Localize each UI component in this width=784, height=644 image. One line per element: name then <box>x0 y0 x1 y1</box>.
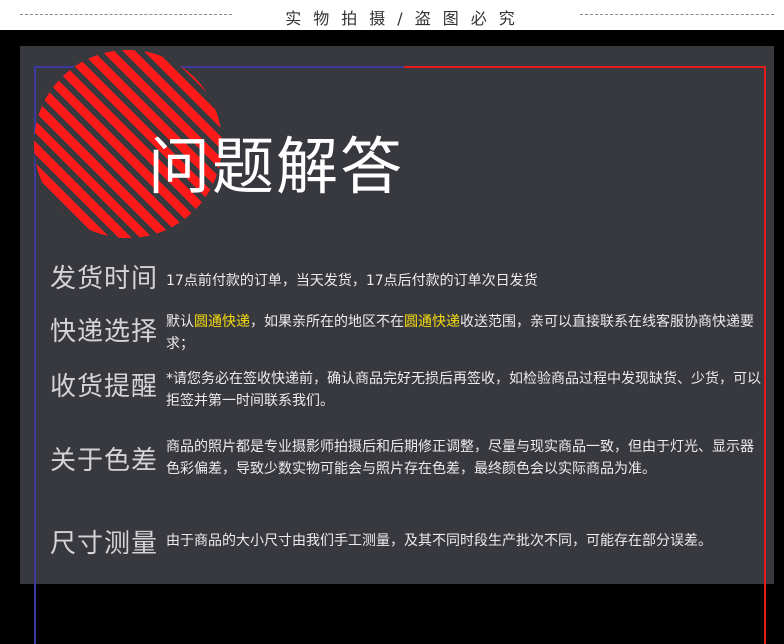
top-banner: 实物拍摄/盗图必究 <box>0 0 784 30</box>
faq-text-shipping-time: 17点前付款的订单，当天发货，17点后付款的订单次日发货 <box>166 273 538 289</box>
faq-label-size-measurement: 尺寸测量 <box>50 529 159 559</box>
banner-divider-right <box>580 14 774 15</box>
faq-text-receipt-reminder: *请您务必在签收快递前，确认商品完好无损后再签收，如检验商品过程中发现缺货、少货… <box>166 371 761 409</box>
courier-highlight: 圆通快递 <box>194 314 250 330</box>
page-title: 问题解答 <box>148 130 405 203</box>
faq-label-shipping-time: 发货时间 <box>50 264 159 294</box>
faq-text-courier-choice: 默认圆通快递，如果亲所在的地区不在圆通快递收送范围，亲可以直接联系在线客服协商快… <box>166 314 754 352</box>
faq-text-size-measurement: 由于商品的大小尺寸由我们手工测量，及其不同时段生产批次不同，可能存在部分误差。 <box>166 533 712 549</box>
faq-label-receipt-reminder: 收货提醒 <box>50 372 159 402</box>
faq-text-color-difference: 商品的照片都是专业摄影师拍摄后和后期修正调整，尽量与现实商品一致，但由于灯光、显… <box>166 439 754 477</box>
faq-label-courier-choice: 快递选择 <box>50 317 159 347</box>
courier-highlight: 圆通快递 <box>404 314 460 330</box>
banner-title: 实物拍摄/盗图必究 <box>285 9 527 28</box>
frame-line-red-top <box>404 66 766 68</box>
frame-line-red-right <box>764 66 766 644</box>
banner-divider-left <box>20 14 232 15</box>
faq-label-color-difference: 关于色差 <box>50 446 159 476</box>
